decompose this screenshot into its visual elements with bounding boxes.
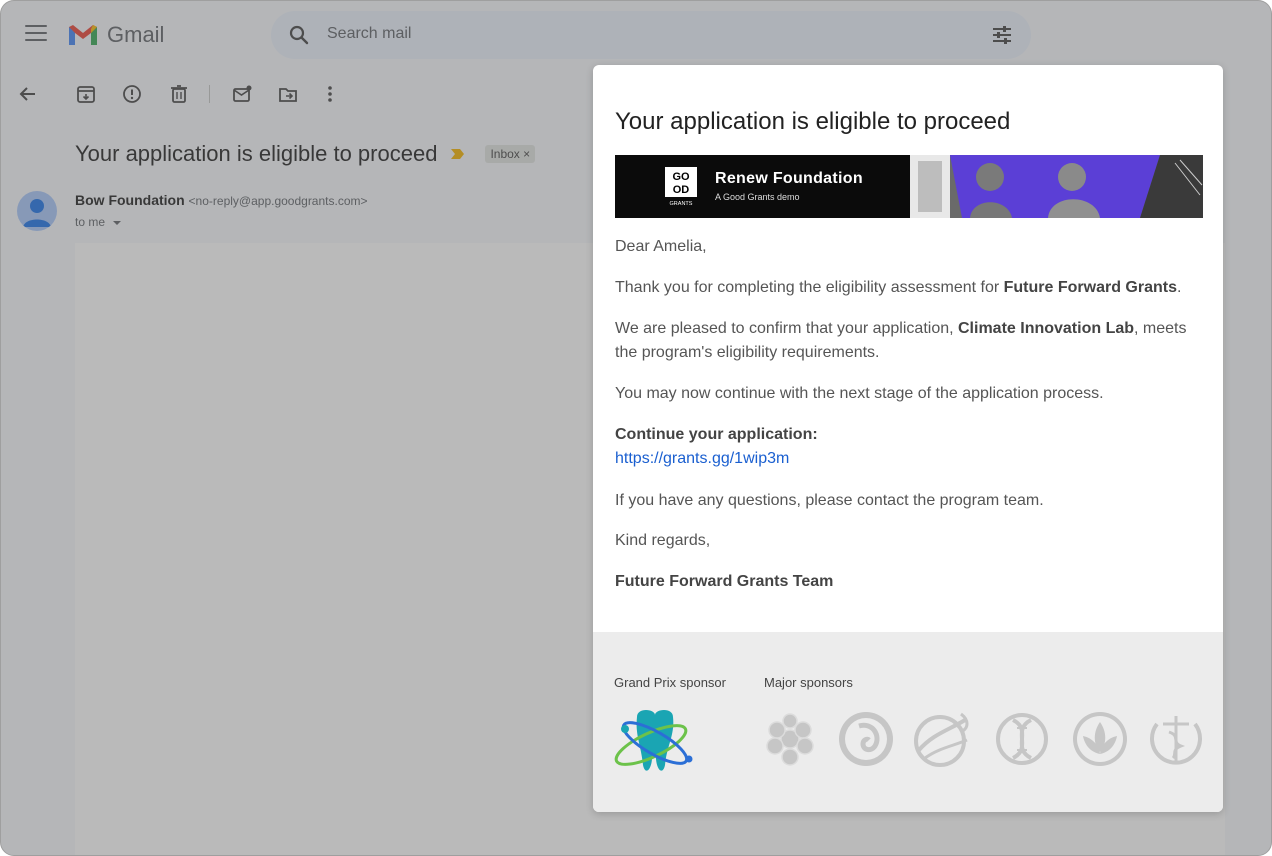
logo-letters-top: GO [672, 171, 690, 183]
logo-sub-text: GRANTS [670, 201, 693, 207]
questions-paragraph: If you have any questions, please contac… [615, 492, 1044, 509]
continue-heading: Continue your application: [615, 426, 818, 443]
signature-text: Future Forward Grants Team [615, 573, 834, 590]
continue-section: Continue your application: https://grant… [615, 423, 1205, 471]
regards-line: Kind regards, [615, 532, 711, 549]
logo-letters-bottom: OD [673, 184, 690, 196]
thanks-prefix: Thank you for completing the eligibility… [615, 279, 1004, 296]
continue-application-link[interactable]: https://grants.gg/1wip3m [615, 450, 789, 467]
thanks-suffix: . [1176, 279, 1182, 296]
program-name: Future Forward Grants [1003, 279, 1177, 296]
next-stage-paragraph: You may now continue with the next stage… [615, 385, 1104, 402]
fetus-icon[interactable] [837, 710, 895, 768]
signature: Future Forward Grants Team [615, 570, 1205, 594]
grand-prix-sponsor-label: Grand Prix sponsor [614, 675, 726, 690]
thanks-paragraph: Thank you for completing the eligibility… [615, 276, 1205, 300]
tooth-atom-logo-icon[interactable] [611, 705, 699, 783]
banner-photo-image [910, 155, 1203, 218]
dna-icon[interactable] [993, 710, 1051, 768]
confirm-prefix: We are pleased to confirm that your appl… [615, 320, 958, 337]
application-name: Climate Innovation Lab [958, 320, 1135, 337]
email-title: Your application is eligible to proceed [615, 108, 1011, 135]
major-sponsors-label: Major sponsors [764, 675, 853, 690]
foundation-banner: GO OD GRANTS Renew Foundation A Good Gra… [615, 155, 1203, 218]
cell-cluster-icon[interactable] [761, 710, 819, 768]
lotus-icon[interactable] [1071, 710, 1129, 768]
confirmation-paragraph: We are pleased to confirm that your appl… [615, 317, 1205, 365]
greeting: Dear Amelia, [615, 238, 707, 255]
foundation-tagline: A Good Grants demo [715, 192, 800, 202]
leaf-swirl-icon[interactable] [913, 710, 971, 768]
good-grants-logo: GO OD GRANTS [665, 167, 697, 207]
foundation-name: Renew Foundation [715, 170, 863, 187]
email-preview-card: Your application is eligible to proceed … [593, 65, 1223, 812]
caduceus-icon[interactable] [1147, 710, 1205, 768]
